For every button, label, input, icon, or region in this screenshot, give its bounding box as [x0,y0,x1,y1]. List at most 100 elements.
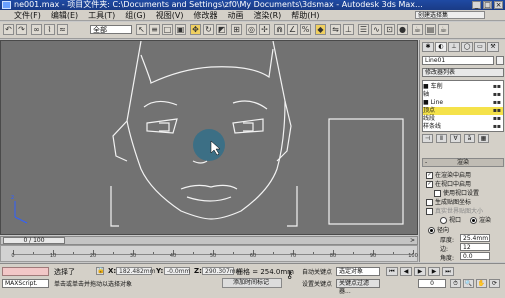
configure-sets-icon[interactable]: ▦ [478,134,489,143]
pan-icon[interactable]: ✋ [476,279,487,288]
tab-utilities-icon[interactable]: ⚒ [487,42,499,52]
unlink-icon[interactable]: ⌇ [44,24,55,35]
tab-modify-icon[interactable]: ◐ [435,42,447,52]
selection-filter-dropdown[interactable]: 全部 [90,25,132,34]
x-coordinate-field[interactable]: 182.482mm [116,267,156,275]
real-world-map-size-checkbox[interactable]: 真实世界贴图大小 [426,206,483,215]
menu-tools[interactable]: 工具(T) [88,10,115,21]
selection-region-icon[interactable]: □ [162,24,173,35]
key-mode-dropdown[interactable]: 选定对象 [336,267,380,276]
tab-create-icon[interactable]: ✱ [422,42,434,52]
maximize-button[interactable]: □ [483,1,492,9]
sides-value[interactable]: 12 [460,243,490,251]
prev-frame-icon[interactable]: ◀ [400,267,412,276]
perspective-viewport[interactable]: z [0,40,418,235]
menu-group[interactable]: 组(G) [125,10,145,21]
current-frame-field[interactable]: 0 [418,279,446,288]
time-config-icon[interactable]: ⏱ [450,279,461,288]
zoom-icon[interactable]: 🔍 [463,279,474,288]
close-button[interactable]: × [494,1,503,9]
stack-item-lathe[interactable]: ■ 车削 ▪▪ [423,83,503,91]
listener-box[interactable] [2,267,49,276]
stack-item-axis[interactable]: 轴 ▪▪ [423,91,503,99]
render-frame-icon[interactable]: ▤ [425,24,436,35]
stack-item-segment[interactable]: 线段 ▪▪ [423,115,503,123]
quick-render-icon[interactable]: ☕ [438,24,449,35]
auto-key-label[interactable]: 自动关键点 [302,267,332,276]
angle-value[interactable]: 0.0 [460,252,490,260]
align-icon[interactable]: ⊥ [343,24,354,35]
set-key-label[interactable]: 设置关键点 [302,279,332,288]
material-editor-icon[interactable]: ● [397,24,408,35]
schematic-view-icon[interactable]: ⊡ [384,24,395,35]
next-frame-icon[interactable]: ▶ [428,267,440,276]
enable-in-renderer-checkbox[interactable]: ✓ 在渲染中启用 [426,170,471,179]
make-unique-icon[interactable]: ∀ [450,134,461,143]
menu-views[interactable]: 视图(V) [156,10,184,21]
thickness-value[interactable]: 25.4mm [460,234,490,242]
render-setup-icon[interactable]: ☕ [412,24,423,35]
goto-start-icon[interactable]: ⏮ [386,267,398,276]
bind-space-warp-icon[interactable]: ≈ [57,24,68,35]
remove-modifier-icon[interactable]: ā [464,134,475,143]
key-filters-button[interactable]: 关键点过滤器... [336,279,380,295]
viewport-radio[interactable]: 视口 [440,215,461,224]
object-color-swatch[interactable] [496,56,504,65]
redo-icon[interactable]: ↷ [16,24,27,35]
renderer-radio[interactable]: 渲染 [470,215,491,224]
angle-snap-icon[interactable]: ∠ [287,24,298,35]
percent-snap-icon[interactable]: % [300,24,311,35]
y-coordinate-field[interactable]: -0.0mm [164,267,190,275]
tab-display-icon[interactable]: ▭ [474,42,486,52]
stack-item-vertex[interactable]: 顶点 ▪▪ [423,107,503,115]
time-slider[interactable]: 0 / 100 > [0,236,418,245]
use-viewport-settings-checkbox[interactable]: 使用视口设置 [434,188,479,197]
select-by-name-icon[interactable]: ≡ [149,24,160,35]
play-icon[interactable]: ▶ [414,267,426,276]
minimize-button[interactable]: _ [472,1,481,9]
undo-icon[interactable]: ↶ [3,24,14,35]
add-time-tag-button[interactable]: 添加时间标记 [222,278,282,288]
pivot-center-icon[interactable]: ◎ [246,24,257,35]
mirror-icon[interactable]: ⇋ [330,24,341,35]
object-name-field[interactable]: Line01 [422,56,494,65]
stack-item-line[interactable]: ■ Line ▪▪ [423,99,503,107]
maxscript-mini-listener[interactable]: MAXScript. [2,279,49,288]
time-slider-next-icon[interactable]: > [410,237,415,244]
stack-item-spline[interactable]: 样条线 ▪▪ [423,123,503,131]
tab-hierarchy-icon[interactable]: ⊥ [448,42,460,52]
menu-modifiers[interactable]: 修改器 [193,10,217,21]
menu-rendering[interactable]: 渲染(R) [253,10,281,21]
select-move-icon[interactable]: ✥ [190,24,201,35]
set-key-icon[interactable]: ⚷ [286,270,293,281]
time-slider-thumb[interactable]: 0 / 100 [3,237,65,244]
select-scale-icon[interactable]: ◩ [216,24,227,35]
goto-end-icon[interactable]: ⏭ [442,267,454,276]
menu-animation[interactable]: 动画 [227,10,243,21]
manipulate-icon[interactable]: ✢ [259,24,270,35]
window-crossing-icon[interactable]: ▣ [175,24,186,35]
curve-editor-icon[interactable]: ∿ [371,24,382,35]
track-bar[interactable]: 0 10 20 30 40 50 60 70 80 90 100 [0,245,418,262]
show-end-result-icon[interactable]: Ⅱ [436,134,447,143]
named-selection-dropdown[interactable]: 创建选择集 [415,11,485,19]
pin-stack-icon[interactable]: ⊣ [422,134,433,143]
layer-manager-icon[interactable]: ☰ [358,24,369,35]
menu-edit[interactable]: 编辑(E) [51,10,78,21]
orbit-icon[interactable]: ⟳ [489,279,500,288]
generate-mapping-coords-checkbox[interactable]: 生成贴图坐标 [426,197,471,206]
radial-radio[interactable]: 径向 [428,225,449,234]
rendering-rollout-header[interactable]: - 渲染 [422,158,504,167]
reference-coord-icon[interactable]: ⊞ [231,24,242,35]
enable-in-viewport-checkbox[interactable]: ✓ 在视口中启用 [426,179,471,188]
select-rotate-icon[interactable]: ↻ [203,24,214,35]
snap-toggle-icon[interactable]: ⋒ [274,24,285,35]
z-coordinate-field[interactable]: 290.307mm [202,267,242,275]
menu-file[interactable]: 文件(F) [14,10,41,21]
modifier-list-dropdown[interactable]: 修改器列表 [422,68,504,77]
tab-motion-icon[interactable]: ◯ [461,42,473,52]
link-icon[interactable]: ∞ [31,24,42,35]
selection-lock-icon[interactable]: 🔒 [96,267,104,275]
menu-help[interactable]: 帮助(H) [291,10,319,21]
select-object-icon[interactable]: ↖ [136,24,147,35]
